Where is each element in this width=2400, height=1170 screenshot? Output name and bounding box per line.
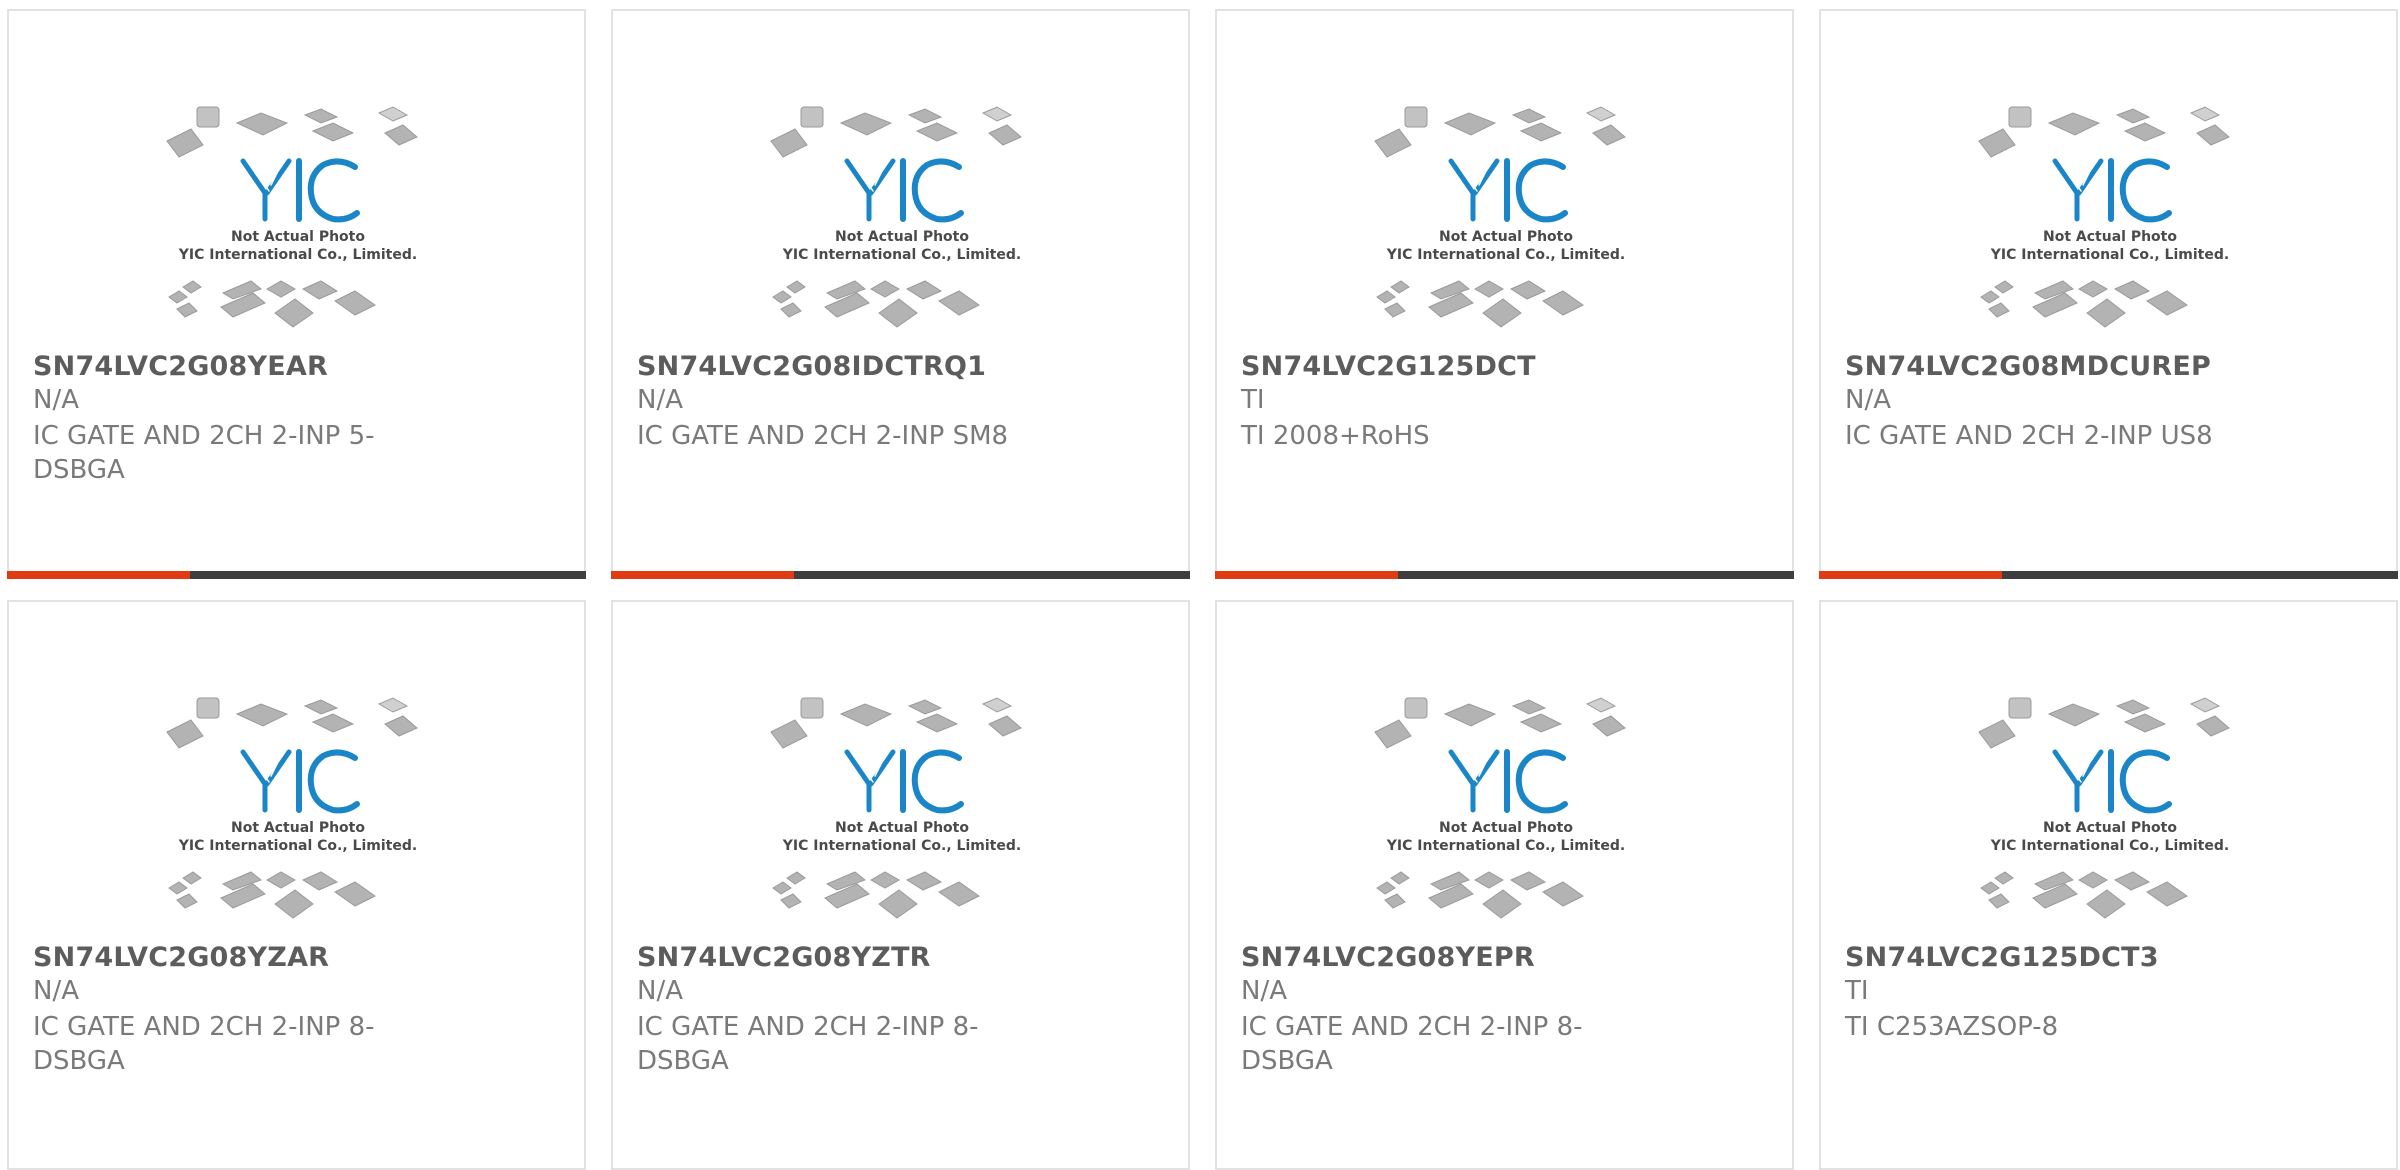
yic-logo-icon: [844, 158, 964, 223]
product-card[interactable]: Not Actual Photo YIC International Co., …: [1819, 9, 2398, 579]
card-footer-bar: [611, 571, 1190, 579]
placeholder-caption: Not Actual Photo: [2043, 229, 2177, 245]
divider-bar: [794, 571, 1190, 579]
yic-logo-icon: [1448, 158, 1568, 223]
manufacturer-label: N/A: [637, 976, 683, 1006]
product-card[interactable]: Not Actual Photo YIC International Co., …: [7, 9, 586, 579]
not-actual-photo-image: Not Actual Photo YIC International Co., …: [1978, 697, 2230, 919]
product-thumbnail[interactable]: Not Actual Photo YIC International Co., …: [761, 692, 1044, 950]
placeholder-company: YIC International Co., Limited.: [178, 247, 417, 263]
yic-logo-icon: [240, 749, 360, 814]
product-thumbnail[interactable]: Not Actual Photo YIC International Co., …: [1365, 692, 1648, 950]
accent-bar: [7, 571, 190, 579]
divider-bar: [2002, 571, 2398, 579]
card-footer-bar: [1819, 571, 2398, 579]
placeholder-caption: Not Actual Photo: [2043, 820, 2177, 836]
placeholder-caption: Not Actual Photo: [231, 229, 365, 245]
not-actual-photo-image: Not Actual Photo YIC International Co., …: [770, 106, 1022, 328]
placeholder-company: YIC International Co., Limited.: [1990, 838, 2229, 854]
part-number-link[interactable]: SN74LVC2G08MDCUREP: [1845, 351, 2211, 382]
not-actual-photo-image: Not Actual Photo YIC International Co., …: [1374, 106, 1626, 328]
product-thumbnail[interactable]: Not Actual Photo YIC International Co., …: [1365, 101, 1648, 359]
product-description: IC GATE AND 2CH 2-INP 5-DSBGA: [33, 421, 375, 485]
product-card[interactable]: Not Actual Photo YIC International Co., …: [611, 9, 1190, 579]
product-description: IC GATE AND 2CH 2-INP 8-DSBGA: [637, 1012, 979, 1076]
not-actual-photo-image: Not Actual Photo YIC International Co., …: [770, 697, 1022, 919]
product-thumbnail[interactable]: Not Actual Photo YIC International Co., …: [761, 101, 1044, 359]
placeholder-company: YIC International Co., Limited.: [178, 838, 417, 854]
product-grid: Not Actual Photo YIC International Co., …: [0, 0, 2400, 1170]
not-actual-photo-image: Not Actual Photo YIC International Co., …: [166, 106, 418, 328]
yic-logo-icon: [2052, 749, 2172, 814]
product-description: IC GATE AND 2CH 2-INP US8: [1845, 421, 2213, 451]
yic-logo-icon: [844, 749, 964, 814]
manufacturer-label: TI: [1241, 385, 1265, 415]
part-number-link[interactable]: SN74LVC2G125DCT3: [1845, 942, 2159, 973]
placeholder-caption: Not Actual Photo: [835, 820, 969, 836]
not-actual-photo-image: Not Actual Photo YIC International Co., …: [1978, 106, 2230, 328]
yic-logo-icon: [240, 158, 360, 223]
product-thumbnail[interactable]: Not Actual Photo YIC International Co., …: [1969, 101, 2252, 359]
product-description: IC GATE AND 2CH 2-INP 8-DSBGA: [33, 1012, 375, 1076]
manufacturer-label: N/A: [637, 385, 683, 415]
product-description: IC GATE AND 2CH 2-INP SM8: [637, 421, 1009, 451]
product-card[interactable]: Not Actual Photo YIC International Co., …: [1215, 9, 1794, 579]
card-footer-bar: [7, 571, 586, 579]
manufacturer-label: TI: [1845, 976, 1869, 1006]
manufacturer-label: N/A: [33, 976, 79, 1006]
manufacturer-label: N/A: [1845, 385, 1891, 415]
product-card[interactable]: Not Actual Photo YIC International Co., …: [1215, 600, 1794, 1170]
divider-bar: [190, 571, 586, 579]
card-footer-bar: [1215, 571, 1794, 579]
part-number-link[interactable]: SN74LVC2G08YZTR: [637, 942, 931, 973]
accent-bar: [1819, 571, 2002, 579]
product-thumbnail[interactable]: Not Actual Photo YIC International Co., …: [157, 101, 440, 359]
product-thumbnail[interactable]: Not Actual Photo YIC International Co., …: [1969, 692, 2252, 950]
part-number-link[interactable]: SN74LVC2G08YEPR: [1241, 942, 1535, 973]
not-actual-photo-image: Not Actual Photo YIC International Co., …: [166, 697, 418, 919]
part-number-link[interactable]: SN74LVC2G08YZAR: [33, 942, 329, 973]
yic-logo-icon: [2052, 158, 2172, 223]
placeholder-caption: Not Actual Photo: [231, 820, 365, 836]
placeholder-company: YIC International Co., Limited.: [1386, 247, 1625, 263]
placeholder-caption: Not Actual Photo: [1439, 229, 1573, 245]
placeholder-caption: Not Actual Photo: [1439, 820, 1573, 836]
placeholder-company: YIC International Co., Limited.: [782, 247, 1021, 263]
product-card[interactable]: Not Actual Photo YIC International Co., …: [7, 600, 586, 1170]
placeholder-company: YIC International Co., Limited.: [1386, 838, 1625, 854]
accent-bar: [1215, 571, 1398, 579]
placeholder-company: YIC International Co., Limited.: [782, 838, 1021, 854]
divider-bar: [1398, 571, 1794, 579]
manufacturer-label: N/A: [33, 385, 79, 415]
placeholder-company: YIC International Co., Limited.: [1990, 247, 2229, 263]
part-number-link[interactable]: SN74LVC2G08YEAR: [33, 351, 328, 382]
placeholder-caption: Not Actual Photo: [835, 229, 969, 245]
product-thumbnail[interactable]: Not Actual Photo YIC International Co., …: [157, 692, 440, 950]
product-card[interactable]: Not Actual Photo YIC International Co., …: [1819, 600, 2398, 1170]
accent-bar: [611, 571, 794, 579]
product-card[interactable]: Not Actual Photo YIC International Co., …: [611, 600, 1190, 1170]
product-description: TI 2008+RoHS: [1241, 421, 1430, 451]
not-actual-photo-image: Not Actual Photo YIC International Co., …: [1374, 697, 1626, 919]
part-number-link[interactable]: SN74LVC2G08IDCTRQ1: [637, 351, 986, 382]
product-description: TI C253AZSOP-8: [1845, 1012, 2059, 1042]
yic-logo-icon: [1448, 749, 1568, 814]
product-description: IC GATE AND 2CH 2-INP 8-DSBGA: [1241, 1012, 1583, 1076]
manufacturer-label: N/A: [1241, 976, 1287, 1006]
part-number-link[interactable]: SN74LVC2G125DCT: [1241, 351, 1536, 382]
